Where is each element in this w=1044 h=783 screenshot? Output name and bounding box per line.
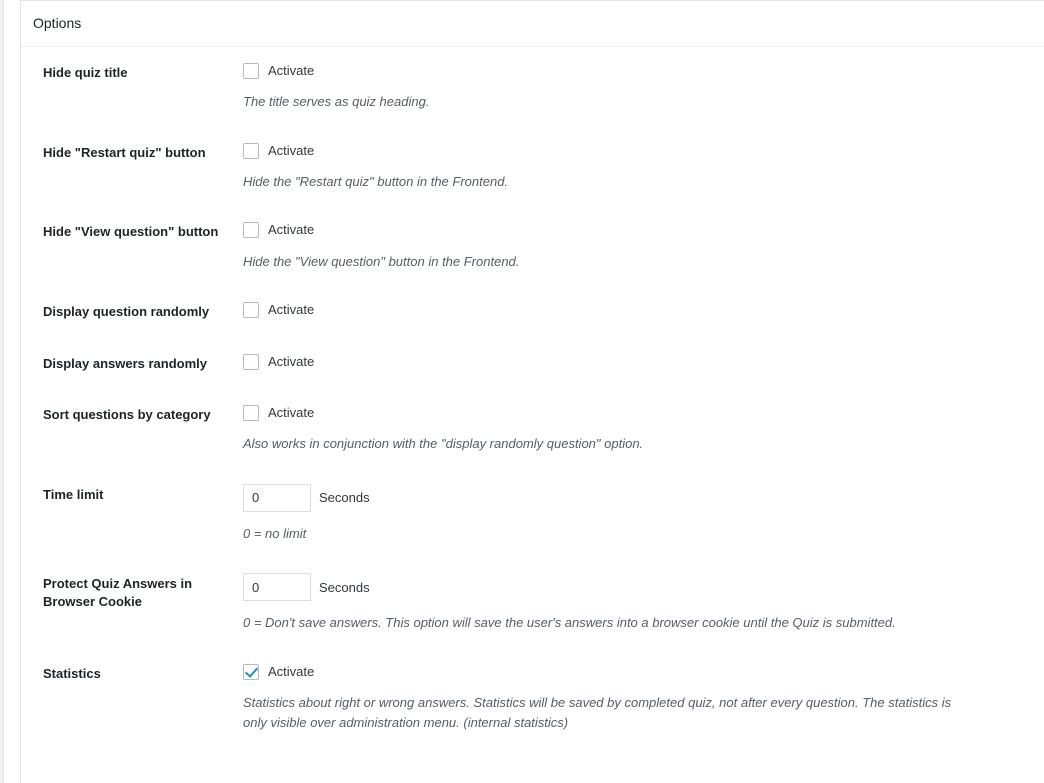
row-control-hide-view-question-button: Activate Hide the "View question" button…: [243, 206, 1044, 286]
row-control-display-answers-randomly: Activate: [243, 338, 1044, 390]
row-label-hide-quiz-title: Hide quiz title: [43, 65, 128, 80]
input-line: Seconds: [243, 483, 1040, 512]
options-metabox: Options Hide quiz title Activate The tit…: [20, 0, 1044, 783]
checkbox-line: Activate: [243, 663, 1040, 681]
row-control-sort-questions-by-category: Activate Also works in conjunction with …: [243, 389, 1044, 469]
statistics-description: Statistics about right or wrong answers.…: [243, 695, 952, 730]
page-title: Options: [33, 14, 82, 31]
row-control-statistics: Activate Statistics about right or wrong…: [243, 648, 1044, 747]
table-row: Time limit Seconds 0 = no limit: [21, 469, 1044, 559]
table-row: Hide quiz title Activate The title serve…: [21, 47, 1044, 127]
sort-questions-by-category-activate-label[interactable]: Activate: [268, 404, 314, 422]
checkbox-line: Activate: [243, 404, 1040, 422]
page-gutter: [0, 0, 4, 783]
hide-restart-quiz-button-activate-label[interactable]: Activate: [268, 142, 314, 160]
sort-questions-by-category-description: Also works in conjunction with the "disp…: [243, 436, 644, 452]
row-control-hide-restart-quiz-button: Activate Hide the "Restart quiz" button …: [243, 127, 1044, 207]
checkbox-line: Activate: [243, 301, 1040, 319]
table-row: Sort questions by category Activate Also…: [21, 389, 1044, 469]
hide-view-question-button-description: Hide the "View question" button in the F…: [243, 253, 520, 269]
table-row: Protect Quiz Answers in Browser Cookie S…: [21, 558, 1044, 648]
hide-quiz-title-activate-label[interactable]: Activate: [268, 62, 314, 80]
table-row: Display question randomly Activate: [21, 286, 1044, 338]
row-label-statistics: Statistics: [43, 665, 101, 681]
sort-questions-by-category-checkbox[interactable]: [243, 405, 259, 422]
row-label-display-question-randomly: Display question randomly: [43, 304, 210, 320]
time-limit-unit: Seconds: [319, 490, 370, 506]
hide-view-question-button-activate-label[interactable]: Activate: [268, 221, 314, 239]
display-answers-randomly-activate-label[interactable]: Activate: [268, 353, 314, 371]
row-label-hide-view-question-button: Hide "View question" button: [43, 224, 219, 240]
table-row: Hide "View question" button Activate Hid…: [21, 206, 1044, 286]
row-label-protect-quiz-answers: Protect Quiz Answers in Browser Cookie: [43, 576, 193, 609]
checkbox-line: Activate: [243, 221, 1040, 239]
table-row: Statistics Activate Statistics about rig…: [21, 648, 1044, 747]
row-label-time-limit: Time limit: [43, 486, 104, 502]
hide-restart-quiz-button-checkbox[interactable]: [243, 142, 259, 159]
metabox-header: Options: [21, 1, 1044, 47]
checkbox-line: Activate: [243, 353, 1040, 371]
display-question-randomly-checkbox[interactable]: [243, 302, 259, 319]
protect-quiz-answers-input[interactable]: [243, 573, 311, 602]
table-row: Display answers randomly Activate: [21, 338, 1044, 390]
checkbox-line: Activate: [243, 62, 1040, 80]
row-control-time-limit: Seconds 0 = no limit: [243, 469, 1044, 559]
hide-restart-quiz-button-description: Hide the "Restart quiz" button in the Fr…: [243, 173, 509, 189]
display-answers-randomly-checkbox[interactable]: [243, 353, 259, 370]
protect-quiz-answers-unit: Seconds: [319, 579, 370, 595]
hide-view-question-button-checkbox[interactable]: [243, 222, 259, 239]
options-form-table: Hide quiz title Activate The title serve…: [21, 47, 1044, 747]
row-control-display-question-randomly: Activate: [243, 286, 1044, 338]
display-question-randomly-activate-label[interactable]: Activate: [268, 301, 314, 319]
time-limit-input[interactable]: [243, 483, 311, 512]
hide-quiz-title-description: The title serves as quiz heading.: [243, 94, 430, 110]
protect-quiz-answers-description: 0 = Don't save answers. This option will…: [243, 615, 896, 631]
row-control-hide-quiz-title: Activate The title serves as quiz headin…: [243, 47, 1044, 127]
statistics-activate-label[interactable]: Activate: [268, 663, 314, 681]
row-control-protect-quiz-answers: Seconds 0 = Don't save answers. This opt…: [243, 558, 1044, 648]
options-table-body: Hide quiz title Activate The title serve…: [21, 47, 1044, 747]
row-label-hide-restart-quiz-button: Hide "Restart quiz" button: [43, 144, 206, 160]
statistics-checkbox[interactable]: [243, 663, 259, 680]
row-label-display-answers-randomly: Display answers randomly: [43, 355, 208, 371]
metabox-body: Hide quiz title Activate The title serve…: [21, 47, 1044, 747]
row-label-sort-questions-by-category: Sort questions by category: [43, 407, 211, 423]
checkbox-line: Activate: [243, 142, 1040, 160]
admin-page: Options Hide quiz title Activate The tit…: [0, 0, 1044, 783]
input-line: Seconds: [243, 573, 1040, 602]
table-row: Hide "Restart quiz" button Activate Hide…: [21, 127, 1044, 207]
time-limit-description: 0 = no limit: [243, 525, 307, 541]
hide-quiz-title-checkbox[interactable]: [243, 63, 259, 80]
